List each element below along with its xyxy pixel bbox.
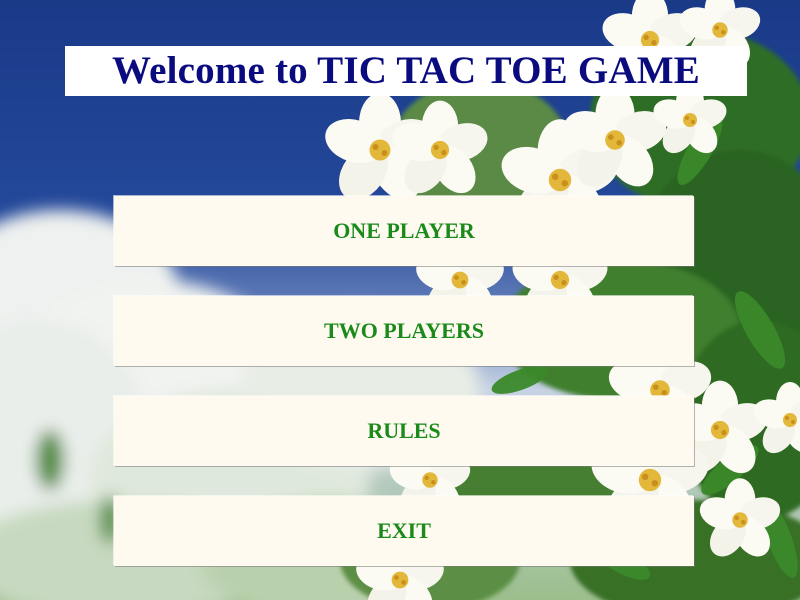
welcome-title: Welcome to TIC TAC TOE GAME <box>65 46 747 96</box>
exit-button[interactable]: EXIT <box>114 496 694 566</box>
one-player-button[interactable]: ONE PLAYER <box>114 196 694 266</box>
two-players-button[interactable]: TWO PLAYERS <box>114 296 694 366</box>
rules-button[interactable]: RULES <box>114 396 694 466</box>
